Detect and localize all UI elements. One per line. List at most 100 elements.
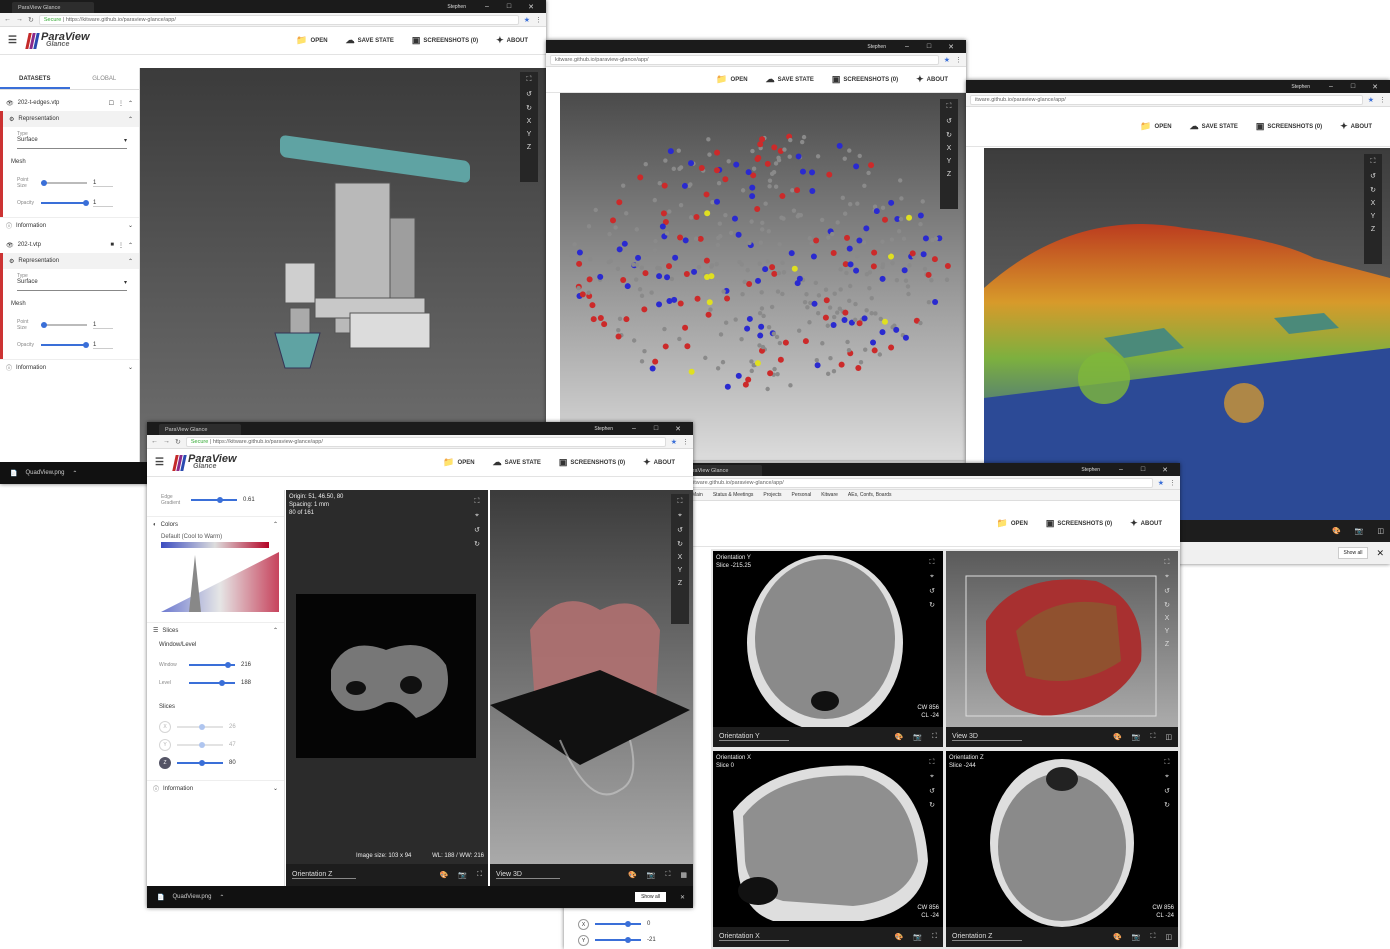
view-y-button[interactable]: Y bbox=[527, 131, 532, 138]
rotate-left-icon[interactable]: ↺ bbox=[1370, 172, 1376, 180]
information-row[interactable]: ⓘ Information ⌄ bbox=[147, 780, 284, 796]
split-view-icon[interactable]: ◫ bbox=[1165, 933, 1172, 941]
view-z-button[interactable]: Z bbox=[1165, 641, 1169, 648]
camera-icon[interactable]: 📷 bbox=[1132, 933, 1141, 941]
opacity-slider[interactable] bbox=[41, 342, 89, 348]
view-type-select[interactable]: Orientation Z bbox=[292, 871, 356, 879]
reset-camera-icon[interactable]: ⛶ bbox=[1165, 559, 1170, 567]
opacity-slider[interactable] bbox=[41, 200, 89, 206]
slice-x-slider[interactable] bbox=[177, 724, 223, 730]
slice-y-value[interactable]: 47 bbox=[229, 742, 236, 748]
level-value[interactable]: 188 bbox=[241, 680, 251, 686]
more-icon[interactable]: ⋮ bbox=[118, 100, 124, 107]
type-select[interactable]: Surface ▾ bbox=[17, 137, 127, 149]
screenshots-button[interactable]: ▣ SCREENSHOTS (0) bbox=[1256, 121, 1322, 132]
open-button[interactable]: 📁 OPEN bbox=[997, 518, 1028, 529]
view-type-select[interactable]: View 3D bbox=[496, 871, 560, 879]
url-field[interactable]: Secure | https://kitware.github.io/parav… bbox=[38, 14, 519, 25]
cad-3d-view[interactable]: ⛶ ↺ ↻ X Y Z bbox=[140, 68, 546, 462]
chevron-up-icon[interactable]: ⌃ bbox=[72, 470, 77, 477]
crop-icon[interactable]: ⌖ bbox=[1165, 773, 1169, 781]
star-icon[interactable]: ★ bbox=[671, 438, 677, 446]
rotate-left-icon[interactable]: ↺ bbox=[946, 117, 952, 125]
crop-icon[interactable]: ⌖ bbox=[475, 512, 479, 520]
slice-y-value[interactable]: -21 bbox=[647, 937, 656, 943]
chevron-down-icon[interactable]: ⌄ bbox=[128, 364, 133, 371]
reload-icon[interactable]: ↻ bbox=[28, 16, 34, 24]
point-size-value[interactable]: 1 bbox=[93, 180, 113, 187]
view-z-button[interactable]: Z bbox=[947, 171, 951, 178]
bookmark-main[interactable]: Main bbox=[692, 492, 703, 498]
rotate-right-icon[interactable]: ↻ bbox=[474, 540, 480, 548]
bookmark-status[interactable]: Status & Meetings bbox=[713, 492, 754, 498]
palette-icon[interactable]: 🎨 bbox=[1113, 733, 1122, 741]
axis-z-badge[interactable]: Z bbox=[159, 757, 171, 769]
view-y-button[interactable]: Y bbox=[947, 158, 952, 165]
window-slider[interactable] bbox=[189, 662, 235, 668]
browser-tab[interactable]: ParaView Glance bbox=[12, 2, 94, 13]
slice-z-value[interactable]: 80 bbox=[229, 760, 236, 766]
layout-icon[interactable]: ▦ bbox=[680, 871, 687, 879]
camera-icon[interactable]: 📷 bbox=[1132, 733, 1141, 741]
palette-icon[interactable]: 🎨 bbox=[440, 871, 449, 879]
back-icon[interactable]: ← bbox=[4, 16, 11, 23]
slice-y-slider[interactable] bbox=[595, 937, 641, 943]
rotate-left-icon[interactable]: ↺ bbox=[474, 526, 480, 534]
slice-x-value[interactable]: 26 bbox=[229, 724, 236, 730]
save-state-button[interactable]: ☁ SAVE STATE bbox=[346, 35, 394, 46]
minimize-icon[interactable]: – bbox=[476, 3, 498, 10]
view-x-button[interactable]: X bbox=[678, 554, 683, 561]
split-view-icon[interactable]: ◫ bbox=[1377, 527, 1384, 535]
about-button[interactable]: ✦ ABOUT bbox=[643, 457, 675, 468]
reset-camera-icon[interactable]: ⛶ bbox=[930, 759, 935, 767]
star-icon[interactable]: ★ bbox=[524, 16, 530, 24]
point-size-slider[interactable] bbox=[41, 322, 87, 328]
edge-gradient-slider[interactable] bbox=[191, 497, 237, 503]
minimize-icon[interactable]: – bbox=[896, 43, 918, 50]
crop-icon[interactable]: ⌖ bbox=[678, 512, 682, 520]
reset-camera-icon[interactable]: ⛶ bbox=[475, 498, 480, 506]
screenshots-button[interactable]: ▣ SCREENSHOTS (0) bbox=[412, 35, 478, 46]
eye-icon[interactable]: 👁 bbox=[6, 242, 14, 249]
minimize-icon[interactable]: – bbox=[1320, 83, 1342, 90]
maximize-icon[interactable]: □ bbox=[918, 43, 940, 50]
rotate-right-icon[interactable]: ↻ bbox=[946, 131, 952, 139]
browser-tab[interactable]: ParaView Glance bbox=[159, 424, 241, 435]
edge-gradient-value[interactable]: 0.61 bbox=[243, 497, 255, 503]
opacity-transfer-function[interactable] bbox=[161, 550, 279, 612]
split-view-icon[interactable]: ◫ bbox=[1165, 733, 1172, 741]
url-field[interactable]: kitware.github.io/paraview-glance/app/ bbox=[550, 54, 939, 65]
rotate-left-icon[interactable]: ↺ bbox=[677, 526, 683, 534]
bookmark-kitware[interactable]: Kitware bbox=[821, 492, 838, 498]
rotate-right-icon[interactable]: ↻ bbox=[677, 540, 683, 548]
download-file-name[interactable]: QuadView.png bbox=[172, 894, 211, 900]
point-size-value[interactable]: 1 bbox=[93, 322, 113, 329]
close-icon[interactable]: ✕ bbox=[520, 3, 542, 11]
save-state-button[interactable]: ☁ SAVE STATE bbox=[766, 74, 814, 85]
view-x-button[interactable]: X bbox=[1371, 200, 1376, 207]
maximize-icon[interactable]: □ bbox=[498, 3, 520, 10]
palette-icon[interactable]: 🎨 bbox=[895, 733, 904, 741]
chevron-up-icon[interactable]: ⌃ bbox=[273, 627, 278, 634]
tab-datasets[interactable]: DATASETS bbox=[0, 68, 70, 89]
save-state-button[interactable]: ☁ SAVE STATE bbox=[493, 457, 541, 468]
more-icon[interactable]: ⋮ bbox=[118, 242, 124, 249]
star-icon[interactable]: ★ bbox=[1158, 479, 1164, 487]
level-slider[interactable] bbox=[189, 680, 235, 686]
forward-icon[interactable]: → bbox=[16, 16, 23, 23]
colors-header[interactable]: ◐ Colors ⌃ bbox=[147, 516, 284, 532]
star-icon[interactable]: ★ bbox=[1368, 96, 1374, 104]
view-type-select[interactable]: Orientation Y bbox=[719, 733, 789, 741]
view-3d[interactable]: ⛶ ⌖ ↺ ↻ X Y Z View 3D 🎨 📷 ⛶ ▦ bbox=[490, 490, 693, 886]
menu-dots-icon[interactable]: ⋮ bbox=[682, 438, 689, 446]
colormap-bar[interactable] bbox=[161, 542, 269, 548]
rotate-right-icon[interactable]: ↻ bbox=[929, 801, 935, 809]
save-state-button[interactable]: ☁ SAVE STATE bbox=[1190, 121, 1238, 132]
type-select[interactable]: Surface ▾ bbox=[17, 279, 127, 291]
reset-camera-icon[interactable]: ⛶ bbox=[527, 76, 532, 84]
view-orientation-x[interactable]: Orientation X Slice 0 CW 856 CL -24 ⛶ ⌖ ↺ ↻ O… bbox=[713, 751, 943, 947]
bookmark-icon[interactable]: ■ bbox=[110, 242, 114, 248]
reload-icon[interactable]: ↻ bbox=[175, 438, 181, 446]
url-field[interactable]: Secure | https://kitware.github.io/parav… bbox=[185, 436, 666, 447]
back-icon[interactable]: ← bbox=[151, 438, 158, 445]
